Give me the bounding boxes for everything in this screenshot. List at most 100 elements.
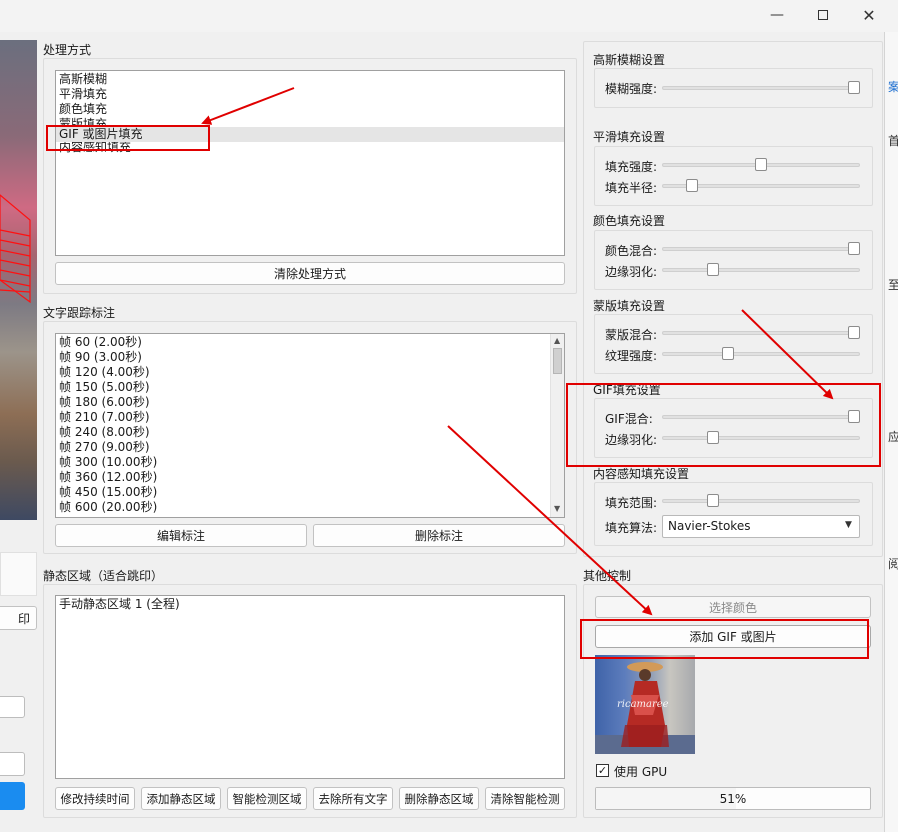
clear-methods-button[interactable]: 清除处理方式 (55, 262, 565, 285)
list-item[interactable]: 帧 270 (9.00秒) (56, 440, 564, 455)
fill-radius-slider[interactable] (662, 179, 860, 193)
list-item[interactable]: 帧 240 (8.00秒) (56, 425, 564, 440)
texture-strength-label: 纹理强度: (605, 349, 658, 363)
fill-strength-label: 填充强度: (605, 160, 658, 174)
edge-glyph: 应 (888, 430, 898, 444)
select-color-button[interactable]: 选择颜色 (595, 596, 871, 618)
section-title-text-tracking: 文字跟踪标注 (43, 306, 116, 320)
fill-strength-slider[interactable] (662, 158, 860, 172)
list-item[interactable]: 帧 360 (12.00秒) (56, 470, 564, 485)
color-mix-slider[interactable] (662, 242, 860, 256)
slider-handle[interactable] (707, 263, 719, 276)
list-item[interactable]: 帧 210 (7.00秒) (56, 410, 564, 425)
mask-mix-slider[interactable] (662, 326, 860, 340)
slider-handle[interactable] (722, 347, 734, 360)
edge-glyph: 首 (888, 134, 898, 148)
list-item[interactable]: 帧 600 (20.00秒) (56, 500, 564, 515)
slider-handle[interactable] (707, 494, 719, 507)
fill-radius-label: 填充半径: (605, 181, 658, 195)
blur-strength-label: 模糊强度: (605, 82, 658, 96)
frame-list[interactable]: 帧 60 (2.00秒) 帧 90 (3.00秒) 帧 120 (4.00秒) 帧 1… (55, 333, 565, 518)
list-item[interactable]: 手动静态区域 1 (全程) (56, 597, 564, 612)
list-item[interactable]: 帧 300 (10.00秒) (56, 455, 564, 470)
modify-duration-button[interactable]: 修改持续时间 (55, 787, 135, 810)
list-item[interactable]: 平滑填充 (56, 87, 564, 102)
fill-range-slider[interactable] (662, 494, 860, 508)
frame-list-scrollbar[interactable]: ▲ ▼ (550, 334, 564, 517)
slider-track[interactable] (662, 247, 860, 251)
clear-methods-label: 清除处理方式 (273, 267, 346, 281)
clear-smart-detect-label: 清除智能检测 (490, 791, 560, 806)
scroll-down-icon[interactable]: ▼ (554, 504, 560, 513)
section-title-color: 颜色填充设置 (593, 214, 666, 228)
minimize-button[interactable]: — (754, 0, 800, 30)
smart-detect-label: 智能检测区域 (232, 791, 302, 806)
process-method-list[interactable]: 高斯模糊 平滑填充 颜色填充 蒙版填充 GIF 或图片填充 内容感知填充 (55, 70, 565, 256)
slider-track[interactable] (662, 331, 860, 335)
section-title-content-aware: 内容感知填充设置 (593, 467, 690, 481)
highlight-box-gif-settings (566, 383, 881, 467)
use-gpu-checkbox[interactable]: ✓ (596, 764, 609, 777)
add-static-region-button[interactable]: 添加静态区域 (141, 787, 221, 810)
static-region-list[interactable]: 手动静态区域 1 (全程) (55, 595, 565, 779)
remove-all-text-button[interactable]: 去除所有文字 (313, 787, 393, 810)
progress-text: 51% (719, 792, 747, 806)
left-subpanel (0, 552, 37, 596)
edge-feather-color-slider[interactable] (662, 263, 860, 277)
remove-all-text-label: 去除所有文字 (318, 791, 388, 806)
left-primary-button[interactable] (0, 782, 25, 810)
mask-mix-label: 蒙版混合: (605, 328, 658, 342)
section-title-gaussian: 高斯模糊设置 (593, 53, 666, 67)
video-preview (0, 40, 37, 520)
slider-handle[interactable] (686, 179, 698, 192)
gif-thumbnail: ricamaree (595, 655, 695, 754)
slider-handle[interactable] (848, 81, 860, 94)
list-item[interactable]: 帧 60 (2.00秒) (56, 335, 564, 350)
edit-mark-button[interactable]: 编辑标注 (55, 524, 307, 547)
scroll-up-icon[interactable]: ▲ (554, 336, 560, 345)
list-item[interactable]: 高斯模糊 (56, 72, 564, 87)
delete-static-region-button[interactable]: 删除静态区域 (399, 787, 479, 810)
list-item[interactable]: 帧 150 (5.00秒) (56, 380, 564, 395)
delete-mark-label: 删除标注 (414, 529, 463, 543)
color-mix-label: 颜色混合: (605, 244, 658, 258)
smooth-group (594, 146, 873, 206)
fill-algorithm-value: Navier-Stokes (668, 519, 751, 533)
scroll-thumb[interactable] (553, 348, 562, 374)
delete-mark-button[interactable]: 删除标注 (313, 524, 565, 547)
smart-detect-button[interactable]: 智能检测区域 (227, 787, 307, 810)
close-button[interactable]: ✕ (846, 0, 892, 30)
list-item[interactable]: 帧 180 (6.00秒) (56, 395, 564, 410)
edit-mark-label: 编辑标注 (156, 529, 205, 543)
minimize-icon: — (770, 7, 784, 23)
texture-strength-slider[interactable] (662, 347, 860, 361)
section-title-smooth: 平滑填充设置 (593, 130, 666, 144)
fill-algorithm-label: 填充算法: (605, 521, 658, 535)
slider-track[interactable] (662, 268, 860, 272)
slider-track[interactable] (662, 352, 860, 356)
list-item[interactable]: 帧 90 (3.00秒) (56, 350, 564, 365)
delete-static-region-label: 删除静态区域 (404, 791, 474, 806)
list-item[interactable]: 帧 120 (4.00秒) (56, 365, 564, 380)
slider-handle[interactable] (848, 326, 860, 339)
clear-smart-detect-button[interactable]: 清除智能检测 (485, 787, 565, 810)
slider-handle[interactable] (755, 158, 767, 171)
blur-strength-slider[interactable] (662, 81, 860, 95)
list-item[interactable]: 帧 450 (15.00秒) (56, 485, 564, 500)
fill-algorithm-select[interactable]: Navier-Stokes ▼ (662, 515, 860, 538)
maximize-button[interactable] (800, 0, 846, 30)
edge-glyph: 至 (888, 278, 898, 292)
left-button[interactable] (0, 752, 25, 776)
fill-range-label: 填充范围: (605, 496, 658, 510)
slider-handle[interactable] (848, 242, 860, 255)
list-item[interactable]: 颜色填充 (56, 102, 564, 117)
thumbnail-watermark: ricamaree (617, 699, 669, 710)
print-button[interactable]: 印 (0, 606, 37, 630)
left-input[interactable] (0, 696, 25, 718)
highlight-box-gif-method (46, 125, 210, 151)
slider-track[interactable] (662, 86, 860, 90)
add-static-region-label: 添加静态区域 (146, 791, 216, 806)
slider-track[interactable] (662, 499, 860, 503)
highlight-box-add-gif (580, 619, 869, 659)
progress-bar: 51% (595, 787, 871, 810)
